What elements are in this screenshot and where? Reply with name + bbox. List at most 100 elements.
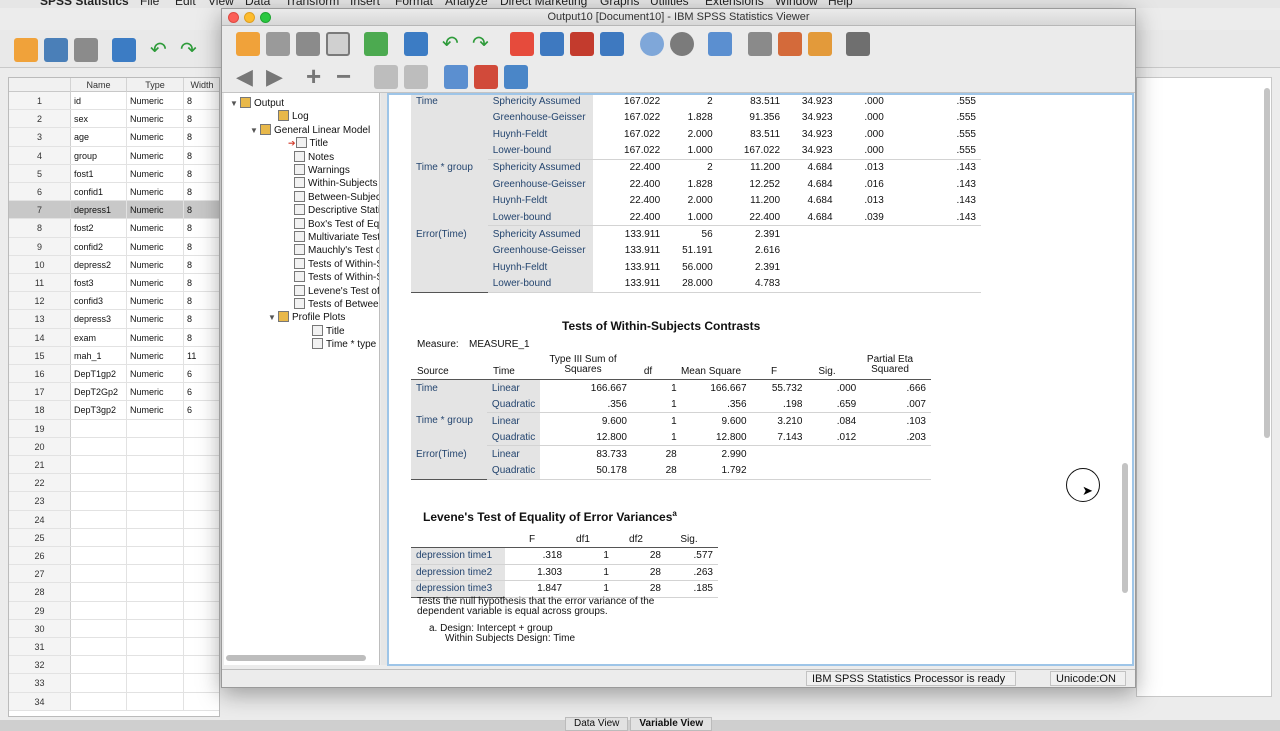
cell-name[interactable]: group (71, 146, 127, 164)
viewer-title-bar[interactable]: Output10 [Document10] - IBM SPSS Statist… (222, 9, 1135, 26)
row-number[interactable]: 22 (9, 474, 71, 492)
menu-analyze[interactable]: Analyze (445, 0, 488, 8)
outline-item[interactable]: Notes (284, 150, 334, 164)
cell-type[interactable]: Numeric (127, 219, 184, 237)
row-number[interactable]: 29 (9, 601, 71, 619)
variables-icon[interactable] (570, 32, 594, 56)
cell-type[interactable] (127, 437, 184, 455)
cell-width[interactable]: 6 (184, 383, 219, 400)
cell-name[interactable]: fost3 (71, 274, 127, 292)
variable-row[interactable]: 23 (9, 492, 219, 511)
cell-name[interactable] (71, 674, 127, 692)
cell-type[interactable]: Numeric (127, 110, 184, 128)
cell-name[interactable] (71, 419, 127, 437)
cell-type[interactable]: Numeric (127, 365, 184, 383)
cell-width[interactable] (184, 547, 219, 564)
cell-width[interactable] (184, 511, 219, 528)
cell-width[interactable] (184, 674, 219, 691)
row-number[interactable]: 30 (9, 619, 71, 637)
cell-type[interactable]: Numeric (127, 164, 184, 182)
cell-name[interactable]: exam (71, 328, 127, 346)
variable-row[interactable]: 1 id Numeric 8 (9, 92, 219, 111)
disclosure-triangle-icon[interactable]: ▼ (268, 311, 278, 324)
row-number[interactable]: 14 (9, 328, 71, 346)
row-number[interactable]: 27 (9, 565, 71, 583)
cell-width[interactable] (184, 474, 219, 491)
dialog-recall-icon[interactable] (404, 32, 428, 56)
variable-row[interactable]: 5 fost1 Numeric 8 (9, 164, 219, 183)
menu-transform[interactable]: Transform (285, 0, 339, 8)
cell-type[interactable] (127, 583, 184, 601)
cell-type[interactable] (127, 547, 184, 565)
outline-item[interactable]: Multivariate Test: (284, 231, 379, 244)
outline-item[interactable]: Levene's Test of (284, 284, 379, 298)
cell-width[interactable]: 8 (184, 274, 219, 291)
row-number[interactable]: 31 (9, 638, 71, 656)
cell-type[interactable]: Numeric (127, 274, 184, 292)
variable-row[interactable]: 28 (9, 583, 219, 602)
menu-file[interactable]: File (140, 0, 159, 8)
menu-app-name[interactable]: SPSS Statistics (40, 0, 129, 8)
outline-item[interactable]: Within-Subjects F (284, 177, 379, 190)
row-number[interactable]: 34 (9, 692, 71, 710)
outline-item[interactable]: ▼ General Linear Model (250, 123, 370, 137)
cell-width[interactable]: 8 (184, 238, 219, 255)
variable-row[interactable]: 6 confid1 Numeric 8 (9, 183, 219, 202)
cell-width[interactable] (184, 456, 219, 473)
row-number[interactable]: 11 (9, 274, 71, 292)
outline-scrollbar[interactable] (226, 655, 366, 661)
cell-name[interactable]: sex (71, 110, 127, 128)
cell-name[interactable] (71, 474, 127, 492)
cell-type[interactable]: Numeric (127, 146, 184, 164)
cell-width[interactable]: 11 (184, 347, 219, 364)
outline-item[interactable]: Title (302, 324, 345, 338)
menu-insert[interactable]: Insert (350, 0, 380, 8)
cell-type[interactable] (127, 692, 184, 710)
cell-name[interactable] (71, 456, 127, 474)
content-scrollbar[interactable] (1122, 463, 1128, 593)
cell-width[interactable] (184, 565, 219, 582)
data-editor-scrollbar[interactable] (1264, 88, 1270, 438)
zoom-window-icon[interactable] (260, 12, 271, 23)
cell-type[interactable]: Numeric (127, 383, 184, 401)
cell-name[interactable]: confid1 (71, 183, 127, 201)
variable-row[interactable]: 29 (9, 601, 219, 620)
outline-item[interactable]: Tests of Between (284, 298, 379, 311)
save-icon[interactable] (266, 32, 290, 56)
row-number[interactable]: 23 (9, 492, 71, 510)
cell-type[interactable] (127, 619, 184, 637)
cell-name[interactable] (71, 565, 127, 583)
cell-name[interactable] (71, 601, 127, 619)
cell-name[interactable] (71, 656, 127, 674)
expand-icon[interactable]: + (306, 63, 330, 89)
variable-row[interactable]: 7 depress1 Numeric 8 (9, 201, 219, 220)
cell-name[interactable]: fost1 (71, 164, 127, 182)
cell-width[interactable] (184, 438, 219, 455)
row-number[interactable]: 16 (9, 365, 71, 383)
cell-type[interactable] (127, 492, 184, 510)
cell-type[interactable] (127, 419, 184, 437)
row-number[interactable]: 18 (9, 401, 71, 419)
cell-name[interactable]: DepT2Gp2 (71, 383, 127, 401)
menu-format[interactable]: Format (395, 0, 433, 8)
dialog-recall-icon[interactable] (112, 38, 136, 62)
cell-name[interactable] (71, 619, 127, 637)
row-number[interactable]: 20 (9, 437, 71, 455)
cell-width[interactable]: 8 (184, 128, 219, 145)
cell-name[interactable] (71, 528, 127, 546)
menu-utilities[interactable]: Utilities (650, 0, 689, 8)
variable-row[interactable]: 17 DepT2Gp2 Numeric 6 (9, 383, 219, 402)
print-icon[interactable] (296, 32, 320, 56)
cell-name[interactable] (71, 547, 127, 565)
undo-icon[interactable]: ↶ (150, 38, 174, 62)
row-number[interactable]: 7 (9, 201, 71, 219)
cell-name[interactable]: depress3 (71, 310, 127, 328)
row-number[interactable]: 12 (9, 292, 71, 310)
variable-row[interactable]: 9 confid2 Numeric 8 (9, 237, 219, 256)
tab-data-view[interactable]: Data View (565, 717, 629, 731)
cell-width[interactable]: 8 (184, 329, 219, 346)
outline-item[interactable]: ▼ Output (230, 97, 284, 110)
cell-name[interactable]: age (71, 128, 127, 146)
cell-type[interactable]: Numeric (127, 328, 184, 346)
disclosure-triangle-icon[interactable]: ▼ (250, 124, 260, 137)
